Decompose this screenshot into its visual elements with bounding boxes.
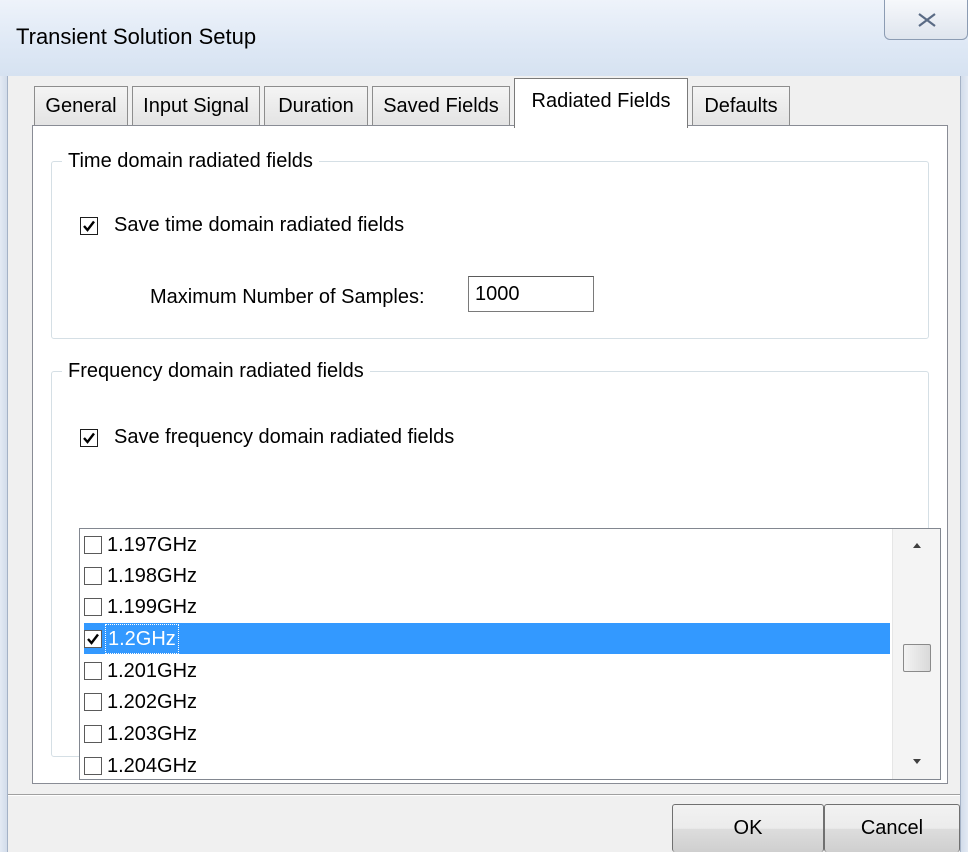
item-checkbox[interactable] bbox=[84, 629, 102, 648]
time-domain-legend: Time domain radiated fields bbox=[62, 149, 319, 173]
tab-defaults[interactable]: Defaults bbox=[692, 86, 790, 126]
dialog-client-area: General Input Signal Duration Saved Fiel… bbox=[8, 76, 960, 852]
window-frame-left bbox=[0, 76, 8, 852]
window-title: Transient Solution Setup bbox=[16, 24, 257, 49]
scroll-down-button[interactable] bbox=[893, 745, 940, 779]
item-checkbox[interactable] bbox=[84, 692, 102, 711]
title-bar[interactable]: Transient Solution Setup bbox=[0, 0, 968, 76]
scroll-thumb[interactable] bbox=[903, 644, 931, 672]
item-checkbox[interactable] bbox=[84, 756, 102, 775]
window-frame-right bbox=[960, 76, 968, 852]
radiated-fields-page: Time domain radiated fields Save time do… bbox=[32, 125, 948, 784]
list-item[interactable]: 1.201GHz bbox=[84, 655, 890, 686]
tab-general[interactable]: General bbox=[34, 86, 128, 126]
save-time-domain-checkbox[interactable]: Save time domain radiated fields bbox=[80, 214, 404, 237]
max-samples-input[interactable] bbox=[468, 276, 594, 312]
tab-saved-fields[interactable]: Saved Fields bbox=[372, 86, 510, 126]
scroll-up-button[interactable] bbox=[893, 529, 940, 563]
list-item[interactable]: 1.199GHz bbox=[84, 591, 890, 622]
item-label: 1.197GHz bbox=[107, 533, 198, 556]
arrow-down-icon bbox=[913, 759, 921, 764]
list-item[interactable]: 1.198GHz bbox=[84, 560, 890, 591]
ok-button[interactable]: OK bbox=[672, 804, 824, 852]
list-item[interactable]: 1.202GHz bbox=[84, 686, 890, 717]
check-icon bbox=[83, 432, 95, 444]
frequency-domain-legend: Frequency domain radiated fields bbox=[62, 359, 370, 383]
item-label: 1.201GHz bbox=[107, 659, 198, 682]
check-icon bbox=[87, 633, 99, 645]
list-item-selected[interactable]: 1.2GHz bbox=[84, 623, 890, 654]
cancel-button[interactable]: Cancel bbox=[824, 804, 960, 852]
item-label: 1.204GHz bbox=[107, 754, 198, 777]
check-icon bbox=[83, 220, 95, 232]
tab-input-signal[interactable]: Input Signal bbox=[132, 86, 260, 126]
arrow-up-icon bbox=[913, 543, 921, 548]
checkbox-box[interactable] bbox=[80, 428, 98, 447]
item-label: 1.203GHz bbox=[107, 722, 198, 745]
max-samples-label: Maximum Number of Samples: bbox=[150, 286, 425, 308]
item-checkbox[interactable] bbox=[84, 566, 102, 585]
save-frequency-domain-label: Save frequency domain radiated fields bbox=[114, 426, 455, 448]
close-button[interactable] bbox=[884, 0, 968, 40]
frequency-list[interactable]: 1.197GHz 1.198GHz 1.199GHz 1.2GHz 1.201G… bbox=[79, 528, 941, 780]
item-checkbox[interactable] bbox=[84, 661, 102, 680]
item-label: 1.2GHz bbox=[105, 623, 179, 654]
list-item[interactable]: 1.203GHz bbox=[84, 718, 890, 749]
list-item[interactable]: 1.204GHz bbox=[84, 750, 890, 779]
checkbox-box[interactable] bbox=[80, 216, 98, 235]
footer-separator bbox=[8, 794, 960, 796]
item-label: 1.202GHz bbox=[107, 690, 198, 713]
item-checkbox[interactable] bbox=[84, 535, 102, 554]
frequency-list-items: 1.197GHz 1.198GHz 1.199GHz 1.2GHz 1.201G… bbox=[80, 529, 892, 779]
item-label: 1.199GHz bbox=[107, 595, 198, 618]
tab-radiated-fields[interactable]: Radiated Fields bbox=[514, 78, 688, 128]
save-frequency-domain-checkbox[interactable]: Save frequency domain radiated fields bbox=[80, 426, 454, 449]
item-checkbox[interactable] bbox=[84, 724, 102, 743]
list-scrollbar[interactable] bbox=[892, 529, 940, 779]
tab-duration[interactable]: Duration bbox=[264, 86, 368, 126]
close-icon bbox=[918, 13, 936, 27]
save-time-domain-label: Save time domain radiated fields bbox=[114, 214, 405, 236]
item-checkbox[interactable] bbox=[84, 597, 102, 616]
time-domain-group: Time domain radiated fields Save time do… bbox=[51, 149, 929, 339]
item-label: 1.198GHz bbox=[107, 564, 198, 587]
list-item[interactable]: 1.197GHz bbox=[84, 529, 890, 560]
